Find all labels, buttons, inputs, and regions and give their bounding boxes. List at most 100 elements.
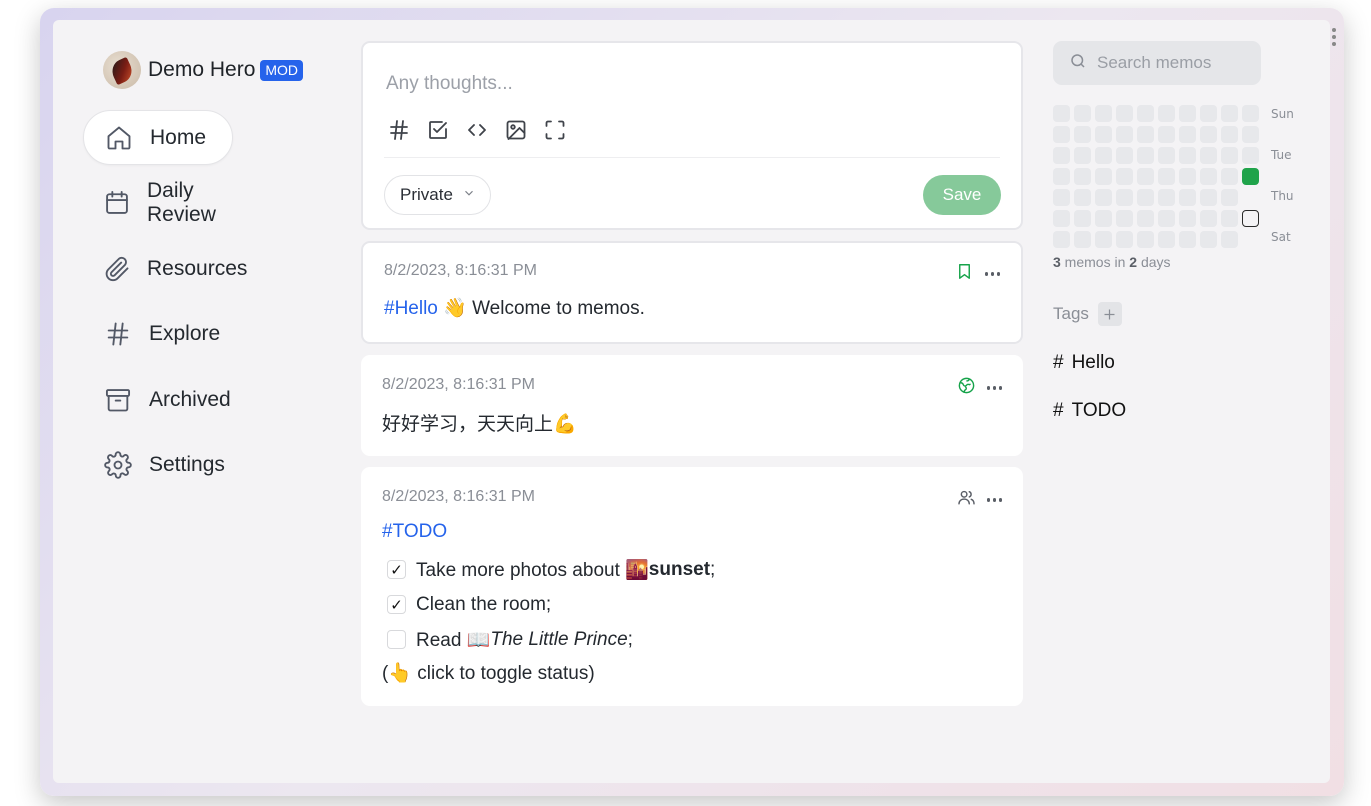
heatmap-cell[interactable]: [1095, 126, 1112, 143]
memo-input[interactable]: Any thoughts...: [386, 73, 513, 95]
todo-checkbox-checked[interactable]: ✓: [387, 560, 406, 579]
heatmap-cell[interactable]: [1137, 105, 1154, 122]
heatmap-cell[interactable]: [1179, 105, 1196, 122]
checkbox-icon[interactable]: [426, 118, 450, 142]
heatmap-cell[interactable]: [1074, 210, 1091, 227]
heatmap-cell[interactable]: [1242, 189, 1259, 206]
heatmap-cell[interactable]: [1095, 147, 1112, 164]
heatmap-cell[interactable]: [1221, 168, 1238, 185]
heatmap-cell[interactable]: [1116, 189, 1133, 206]
heatmap-cell[interactable]: [1242, 126, 1259, 143]
heatmap-cell[interactable]: [1095, 210, 1112, 227]
heatmap-cell[interactable]: [1116, 210, 1133, 227]
heatmap-cell[interactable]: [1158, 189, 1175, 206]
heatmap-cell[interactable]: [1137, 147, 1154, 164]
heatmap-cell[interactable]: [1158, 168, 1175, 185]
heatmap-cell[interactable]: [1116, 105, 1133, 122]
nav-item-daily-review[interactable]: Daily Review: [83, 176, 233, 231]
heatmap-cell[interactable]: [1200, 231, 1217, 248]
heatmap-cell[interactable]: [1095, 231, 1112, 248]
heatmap-cell[interactable]: [1179, 147, 1196, 164]
tag-item-todo[interactable]: # TODO: [1053, 400, 1313, 422]
heatmap-cell[interactable]: [1221, 210, 1238, 227]
heatmap-cell[interactable]: [1053, 147, 1070, 164]
todo-item[interactable]: Read 📖 The Little Prince;: [387, 622, 715, 657]
heatmap-cell[interactable]: [1221, 126, 1238, 143]
heatmap-cell[interactable]: [1200, 126, 1217, 143]
globe-icon[interactable]: [957, 376, 976, 400]
tag-icon[interactable]: [387, 118, 411, 142]
heatmap-cell[interactable]: [1200, 168, 1217, 185]
memo-tag[interactable]: #Hello: [384, 298, 438, 319]
heatmap-cell[interactable]: [1074, 147, 1091, 164]
bookmark-icon[interactable]: [955, 262, 974, 286]
fullscreen-icon[interactable]: [543, 118, 567, 142]
heatmap-cell[interactable]: [1242, 147, 1259, 164]
heatmap-cell[interactable]: [1179, 126, 1196, 143]
heatmap-cell[interactable]: [1137, 168, 1154, 185]
save-button[interactable]: Save: [923, 175, 1001, 215]
todo-checkbox-checked[interactable]: ✓: [387, 595, 406, 614]
nav-item-archived[interactable]: Archived: [83, 372, 233, 427]
heatmap-cell[interactable]: [1137, 126, 1154, 143]
more-icon[interactable]: [984, 272, 1000, 276]
tag-item-hello[interactable]: # Hello: [1053, 352, 1313, 374]
heatmap-cell[interactable]: [1158, 105, 1175, 122]
heatmap-cell[interactable]: [1221, 231, 1238, 248]
heatmap-cell[interactable]: [1074, 231, 1091, 248]
heatmap-cell[interactable]: [1074, 126, 1091, 143]
heatmap-cell[interactable]: [1242, 210, 1259, 227]
user-banner[interactable]: Demo Hero MOD: [83, 48, 313, 92]
heatmap-cell[interactable]: [1095, 189, 1112, 206]
window-menu-icon[interactable]: [1332, 28, 1338, 46]
heatmap-cell[interactable]: [1116, 231, 1133, 248]
visibility-select[interactable]: Private: [384, 175, 491, 215]
todo-item[interactable]: ✓ Clean the room;: [387, 587, 715, 622]
memo-tag[interactable]: #TODO: [382, 521, 715, 552]
more-icon[interactable]: [986, 498, 1002, 502]
heatmap-cell[interactable]: [1116, 168, 1133, 185]
heatmap-cell[interactable]: [1074, 168, 1091, 185]
code-icon[interactable]: [465, 118, 489, 142]
heatmap-cell[interactable]: [1053, 189, 1070, 206]
heatmap-cell[interactable]: [1179, 168, 1196, 185]
more-icon[interactable]: [986, 386, 1002, 390]
heatmap-cell[interactable]: [1053, 126, 1070, 143]
heatmap-cell[interactable]: [1179, 231, 1196, 248]
heatmap-cell[interactable]: [1053, 105, 1070, 122]
heatmap-cell[interactable]: [1242, 105, 1259, 122]
heatmap-cell[interactable]: [1116, 126, 1133, 143]
add-tag-button[interactable]: [1097, 302, 1122, 326]
heatmap-cell[interactable]: [1221, 189, 1238, 206]
nav-item-explore[interactable]: Explore: [83, 307, 233, 362]
heatmap-cell[interactable]: [1221, 147, 1238, 164]
heatmap-cell[interactable]: [1221, 105, 1238, 122]
heatmap-cell[interactable]: [1095, 105, 1112, 122]
heatmap-cell[interactable]: [1200, 147, 1217, 164]
heatmap-cell[interactable]: [1158, 126, 1175, 143]
nav-item-settings[interactable]: Settings: [83, 438, 233, 493]
heatmap-cell[interactable]: [1200, 210, 1217, 227]
heatmap-cell[interactable]: [1074, 105, 1091, 122]
heatmap-cell[interactable]: [1137, 189, 1154, 206]
nav-item-resources[interactable]: Resources: [83, 241, 247, 296]
heatmap-cell[interactable]: [1137, 231, 1154, 248]
heatmap-cell[interactable]: [1179, 189, 1196, 206]
heatmap-cell[interactable]: [1137, 210, 1154, 227]
heatmap-cell[interactable]: [1158, 210, 1175, 227]
heatmap-cell[interactable]: [1053, 210, 1070, 227]
heatmap-cell[interactable]: [1200, 105, 1217, 122]
heatmap-cell[interactable]: [1158, 231, 1175, 248]
heatmap-cell[interactable]: [1053, 231, 1070, 248]
heatmap-cell[interactable]: [1242, 231, 1259, 248]
users-icon[interactable]: [957, 488, 976, 512]
heatmap-cell[interactable]: [1074, 189, 1091, 206]
nav-item-home[interactable]: Home: [83, 110, 233, 165]
image-icon[interactable]: [504, 118, 528, 142]
heatmap-cell[interactable]: [1179, 210, 1196, 227]
heatmap-cell[interactable]: [1242, 168, 1259, 185]
heatmap-cell[interactable]: [1158, 147, 1175, 164]
todo-checkbox-unchecked[interactable]: [387, 630, 406, 649]
heatmap-cell[interactable]: [1116, 147, 1133, 164]
heatmap-cell[interactable]: [1095, 168, 1112, 185]
